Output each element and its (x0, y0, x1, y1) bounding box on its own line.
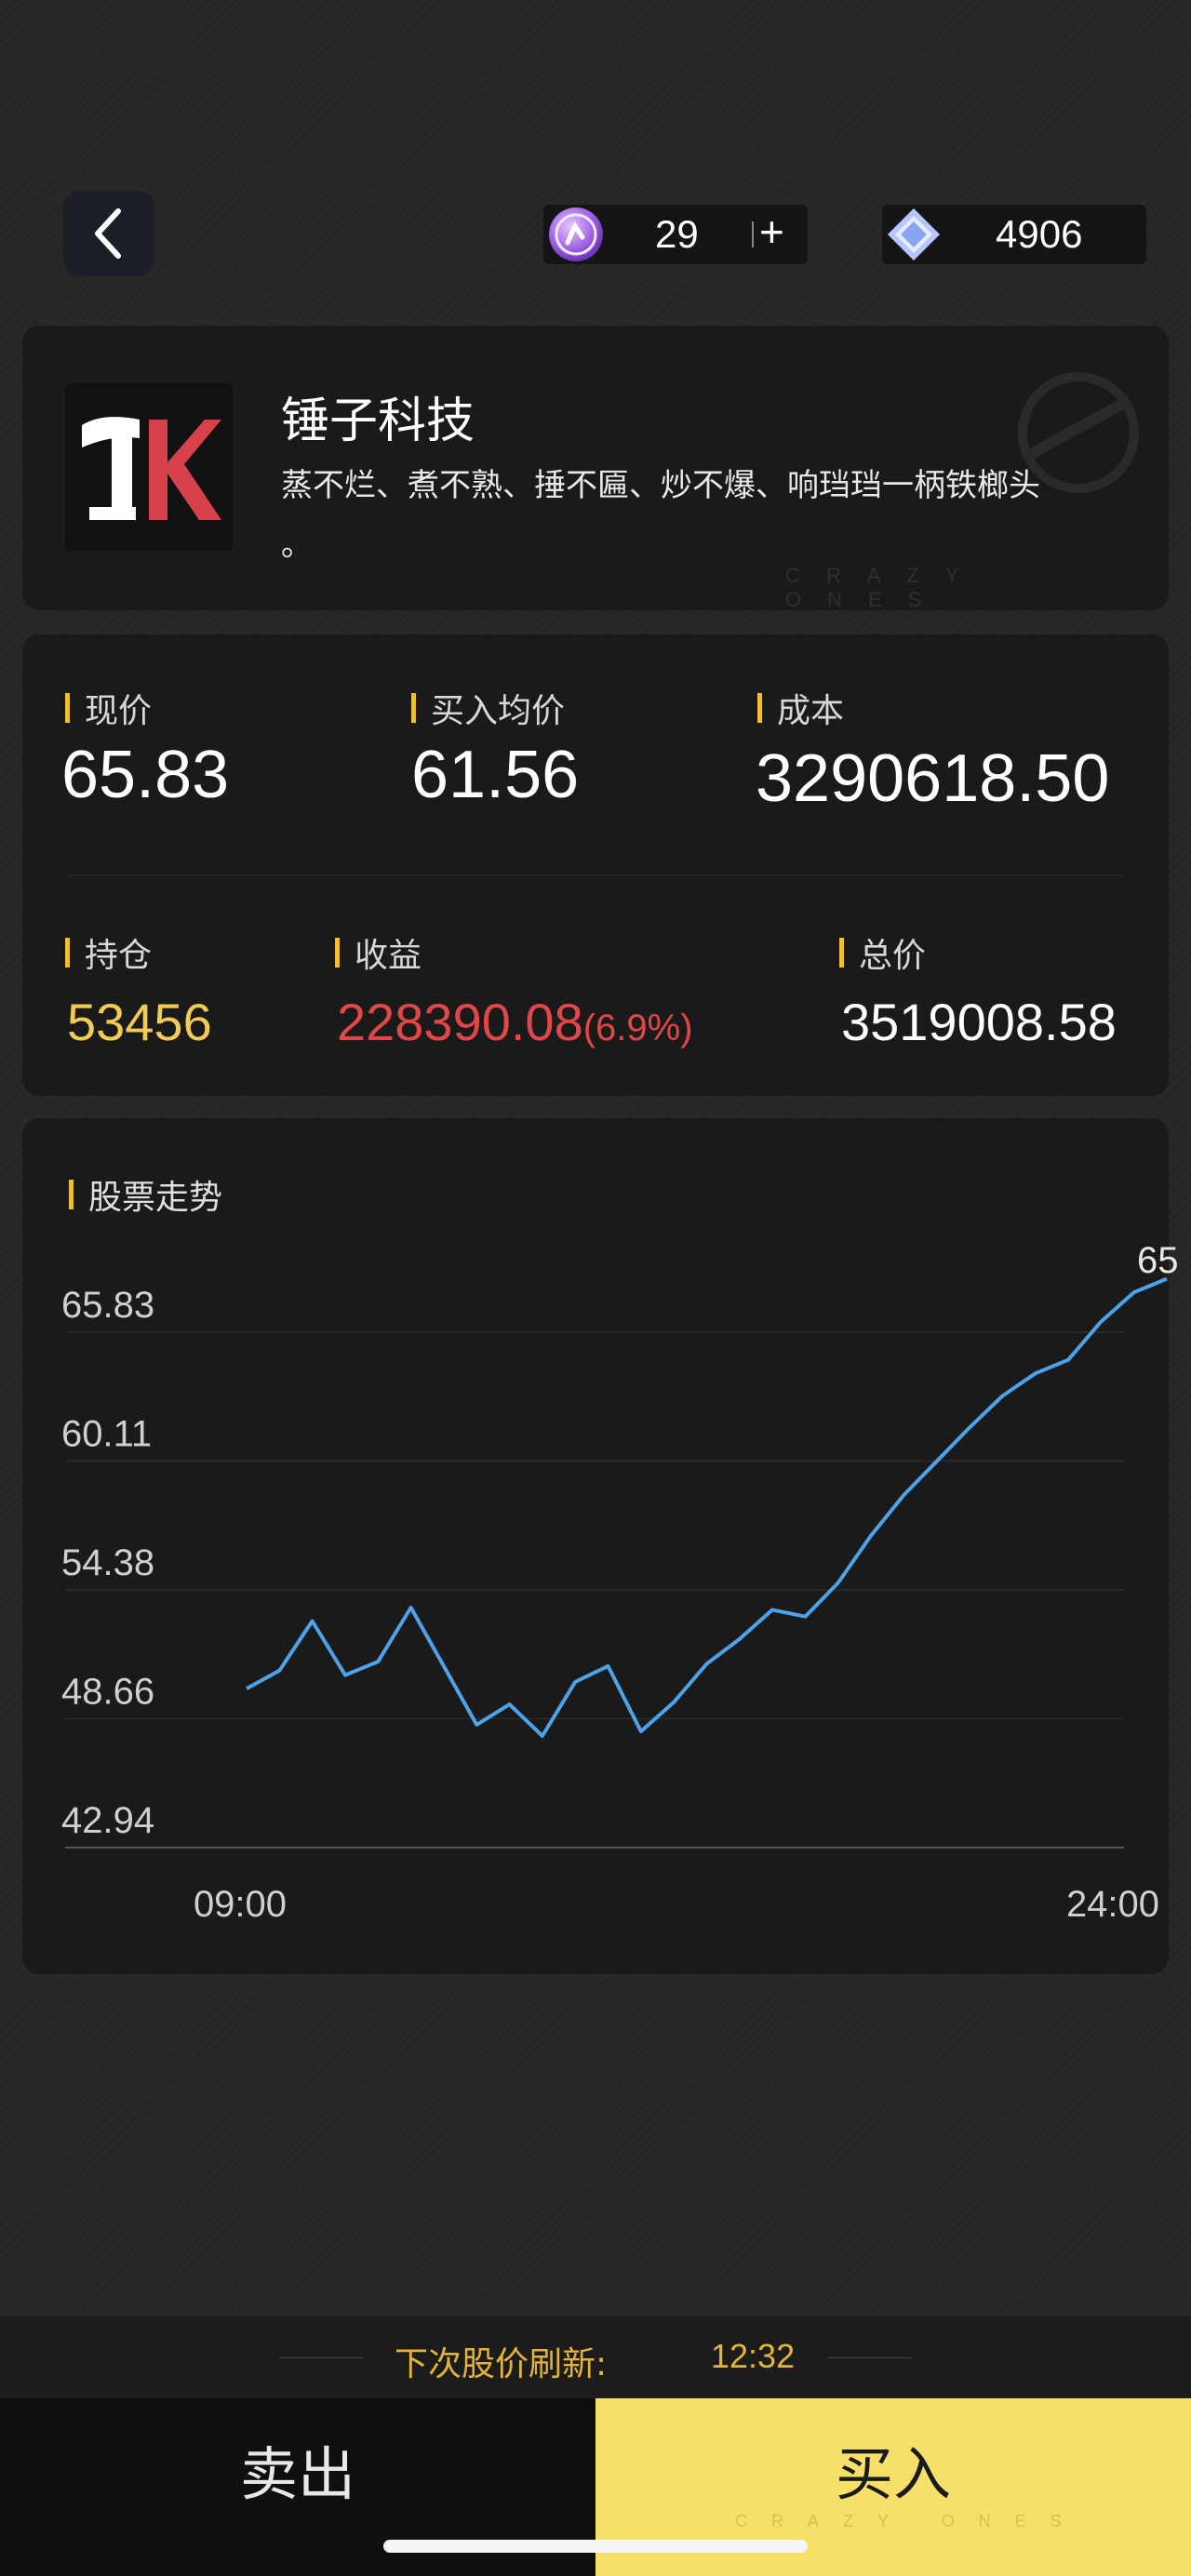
end-value-label: 65 (1137, 1240, 1179, 1281)
y-tick-label: 65.83 (61, 1285, 154, 1326)
y-tick-label: 42.94 (61, 1800, 154, 1841)
x-tick-label: 09:00 (194, 1884, 287, 1925)
x-tick-label: 24:00 (1066, 1884, 1159, 1925)
refresh-bar: 下次股价刷新: 12:32 (0, 2316, 1191, 2398)
y-tick-label: 60.11 (61, 1413, 152, 1454)
refresh-line-right (828, 2357, 912, 2358)
y-tick-label: 48.66 (61, 1672, 154, 1713)
buy-label: 买入 (835, 2439, 951, 2508)
buy-watermark: CRAZY ONES (735, 2512, 1086, 2530)
stock-trend-chart: 65.83 60.11 54.38 48.66 42.94 09:00 24:00 65 (61, 1240, 1179, 1925)
y-tick-label: 54.38 (61, 1542, 154, 1583)
refresh-line-left (279, 2357, 363, 2358)
price-series-line (246, 1276, 1168, 1738)
home-indicator (383, 2540, 808, 2553)
refresh-time: 12:32 (711, 2337, 796, 2375)
refresh-label: 下次股价刷新: (395, 2345, 608, 2383)
sell-label: 卖出 (239, 2439, 355, 2508)
